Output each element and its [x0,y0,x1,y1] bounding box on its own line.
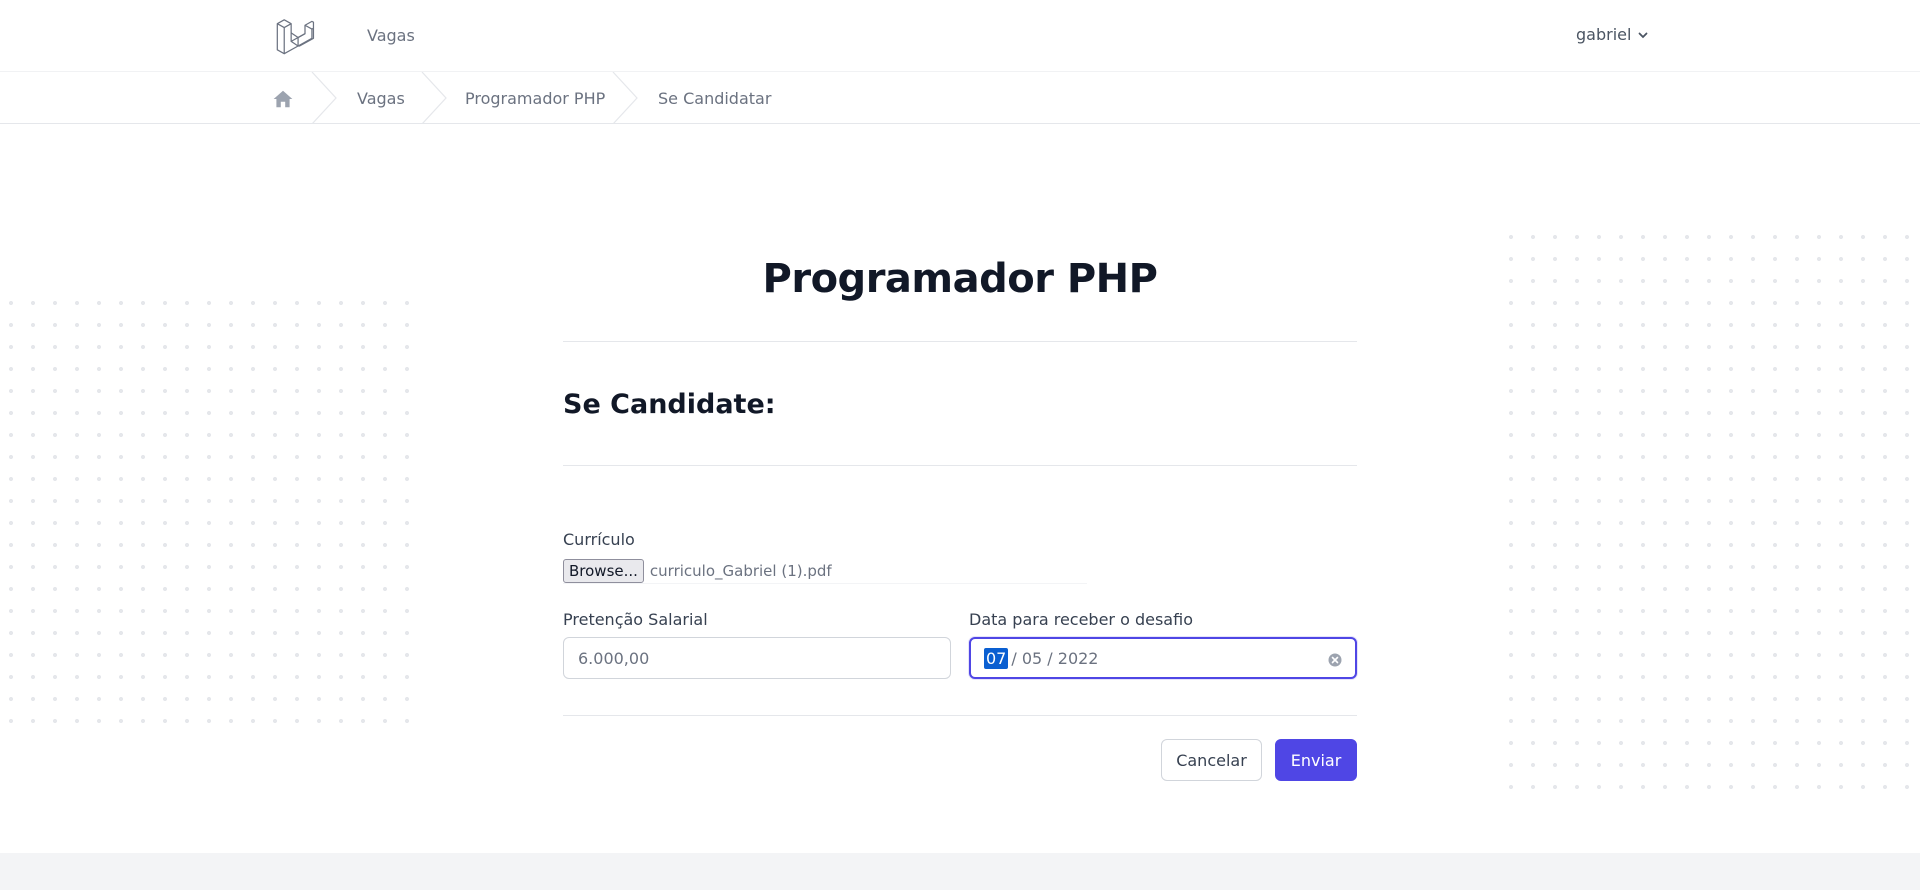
dot-pattern-left [0,292,420,734]
breadcrumb-item-apply[interactable]: Se Candidatar [658,89,771,108]
submit-button[interactable]: Enviar [1275,739,1357,781]
breadcrumb-separator-icon [311,72,337,124]
divider [563,715,1357,716]
page-title: Programador PHP [762,256,1158,302]
resume-file-input[interactable]: Browse... curriculo_Gabriel (1).pdf [563,558,1087,584]
date-day-segment[interactable]: 07 [984,647,1009,669]
salary-input[interactable]: 6.000,00 [563,637,951,679]
home-icon[interactable] [272,88,294,110]
divider [563,465,1357,466]
top-navbar: Vagas gabriel [0,0,1920,72]
breadcrumb-item-vagas[interactable]: Vagas [357,89,405,108]
browse-button[interactable]: Browse... [563,558,644,583]
clear-icon[interactable] [1328,653,1342,667]
breadcrumb-separator-icon [612,72,638,124]
date-month-year[interactable]: / 05 / 2022 [1011,649,1098,668]
breadcrumb-separator-icon [421,72,447,124]
breadcrumb-item-job[interactable]: Programador PHP [465,89,605,108]
resume-label: Currículo [563,530,635,549]
challenge-date-input[interactable]: 07 / 05 / 2022 [969,637,1357,679]
breadcrumb: Vagas Programador PHP Se Candidatar [0,72,1920,124]
challenge-date-label: Data para receber o desafio [969,610,1193,629]
chevron-down-icon [1639,32,1648,38]
user-menu[interactable]: gabriel [1576,25,1649,44]
selected-file-name: curriculo_Gabriel (1).pdf [649,561,832,580]
salary-label: Pretenção Salarial [563,610,708,629]
nav-link-vagas[interactable]: Vagas [367,26,415,45]
user-name: gabriel [1576,25,1632,44]
dot-pattern-right [1500,226,1920,806]
salary-placeholder: 6.000,00 [578,648,650,668]
divider [563,341,1357,342]
footer [0,853,1920,890]
laravel-logo[interactable] [274,16,316,56]
section-title: Se Candidate: [563,389,776,420]
cancel-button[interactable]: Cancelar [1161,739,1262,781]
